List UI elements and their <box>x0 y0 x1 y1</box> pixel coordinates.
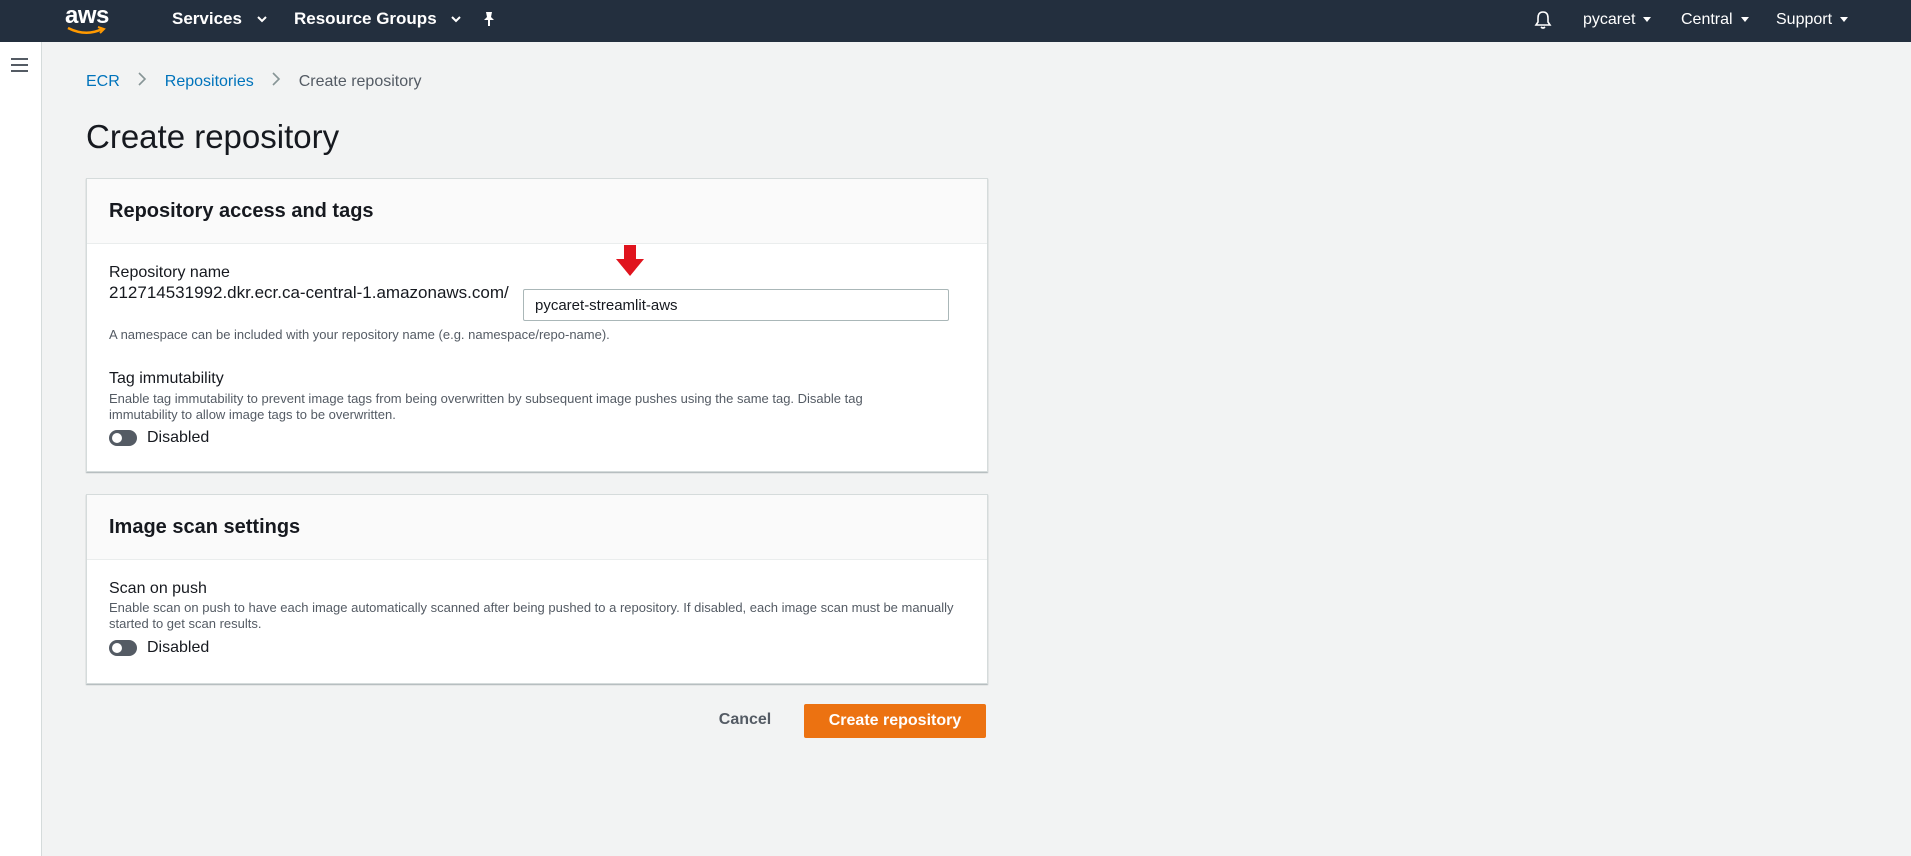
tag-immutability-toggle[interactable] <box>109 430 137 446</box>
services-label: Services <box>172 9 242 28</box>
breadcrumb-ecr[interactable]: ECR <box>86 73 120 91</box>
region-label: Central <box>1681 11 1733 28</box>
repository-uri-prefix: 212714531992.dkr.ecr.ca-central-1.amazon… <box>109 283 509 302</box>
repository-name-hint: A namespace can be included with your re… <box>109 327 610 342</box>
region-menu[interactable]: Central <box>1681 11 1749 29</box>
repository-name-input[interactable] <box>523 289 949 321</box>
toggle-knob <box>112 433 122 443</box>
support-menu[interactable]: Support <box>1776 11 1849 29</box>
caret-down-icon <box>1643 17 1652 23</box>
panel-title: Image scan settings <box>109 516 301 538</box>
tag-immutability-state: Disabled <box>147 429 210 446</box>
resource-groups-label: Resource Groups <box>294 9 437 28</box>
tag-immutability-description: Enable tag immutability to prevent image… <box>109 391 863 422</box>
side-navigation-rail <box>0 42 42 856</box>
panel-title: Repository access and tags <box>109 200 374 222</box>
account-label: pycaret <box>1583 11 1636 28</box>
top-navigation-bar: aws Services Resource Groups pycaret Cen… <box>0 0 1911 42</box>
toggle-knob <box>112 643 122 653</box>
breadcrumb: ECR Repositories Create repository <box>86 72 421 91</box>
chevron-down-icon <box>451 16 462 23</box>
services-menu[interactable]: Services <box>172 9 267 29</box>
aws-logo[interactable]: aws <box>64 2 114 38</box>
pin-icon[interactable] <box>482 11 496 32</box>
repository-name-label: Repository name <box>109 264 230 281</box>
scan-on-push-state: Disabled <box>147 639 210 656</box>
image-scan-panel: Image scan settings Scan on push Enable … <box>86 494 988 684</box>
breadcrumb-current: Create repository <box>298 72 422 90</box>
cancel-button[interactable]: Cancel <box>710 704 780 736</box>
repository-access-panel: Repository access and tags Repository na… <box>86 178 988 472</box>
chevron-down-icon <box>256 16 267 23</box>
scan-on-push-description: Enable scan on push to have each image a… <box>109 600 954 631</box>
tag-immutability-label: Tag immutability <box>109 370 224 387</box>
panel-header: Image scan settings <box>87 495 987 560</box>
caret-down-icon <box>1840 17 1849 23</box>
chevron-right-icon <box>272 72 281 91</box>
panel-header: Repository access and tags <box>87 179 987 244</box>
hamburger-menu-icon[interactable] <box>11 58 28 72</box>
support-label: Support <box>1776 11 1833 28</box>
red-arrow-annotation-icon <box>616 245 644 276</box>
resource-groups-menu[interactable]: Resource Groups <box>294 9 462 29</box>
create-repository-button[interactable]: Create repository <box>804 704 986 738</box>
aws-smile-icon <box>67 26 106 34</box>
notifications-bell-icon[interactable] <box>1534 10 1552 35</box>
chevron-right-icon <box>138 72 147 91</box>
scan-on-push-toggle[interactable] <box>109 640 137 656</box>
caret-down-icon <box>1740 17 1749 23</box>
page-title: Create repository <box>86 118 340 155</box>
scan-on-push-label: Scan on push <box>109 580 207 597</box>
breadcrumb-repositories[interactable]: Repositories <box>165 73 254 91</box>
account-menu[interactable]: pycaret <box>1583 11 1652 29</box>
